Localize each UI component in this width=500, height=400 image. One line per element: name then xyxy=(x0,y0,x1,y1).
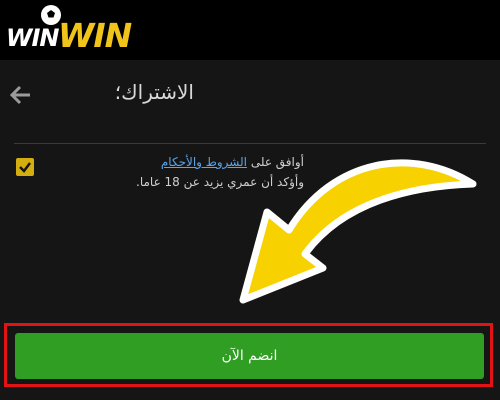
join-now-button[interactable]: انضم الآن xyxy=(15,333,484,379)
top-bar: WIN WIN xyxy=(0,0,500,60)
logo-text-gold: WIN xyxy=(58,16,132,55)
yellow-curved-arrow-icon xyxy=(239,159,477,304)
page-header: الاشتراك؛ xyxy=(0,70,500,120)
page-title: الاشتراك؛ xyxy=(114,80,194,104)
logo-text-white: WIN xyxy=(6,24,59,52)
terms-checkbox[interactable] xyxy=(16,158,34,176)
arrow-left-icon[interactable] xyxy=(8,82,34,108)
checkmark-icon xyxy=(19,162,31,173)
divider xyxy=(14,143,486,144)
brand-logo[interactable]: WIN WIN xyxy=(6,4,146,56)
